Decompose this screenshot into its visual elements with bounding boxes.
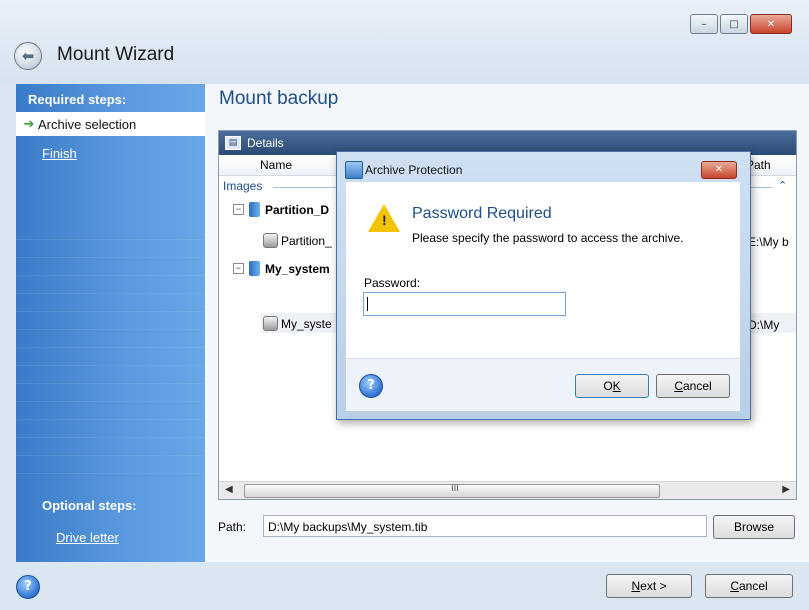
scroll-grip-icon: III <box>451 484 459 494</box>
collapse-icon[interactable]: − <box>233 204 244 215</box>
warning-exclamation-icon: ! <box>382 212 387 228</box>
help-icon[interactable]: ? <box>16 575 40 599</box>
path-input[interactable]: D:\My backups\My_system.tib <box>263 515 707 537</box>
sidebar-item-label: Archive selection <box>38 116 137 132</box>
next-mnemonic: N <box>631 579 641 593</box>
row-path: E:\My b <box>748 235 789 249</box>
cancel-label-rest: ancel <box>738 579 768 593</box>
sidebar-item-finish[interactable]: Finish <box>42 146 77 161</box>
sidebar-item-drive-letter[interactable]: Drive letter <box>56 530 119 545</box>
password-label: Password: <box>364 276 421 290</box>
password-description: Please specify the password to access th… <box>412 231 684 245</box>
password-required-heading: Password Required <box>412 205 552 222</box>
dialog-footer: ? OK Cancel <box>346 358 740 411</box>
column-header-name[interactable]: Name <box>260 158 292 172</box>
optional-steps-heading: Optional steps: <box>42 498 137 513</box>
password-field[interactable] <box>363 292 566 316</box>
dialog-cancel-label-rest: ancel <box>682 379 712 393</box>
text-caret <box>367 297 368 311</box>
dialog-body: ! Password Required Please specify the p… <box>346 182 740 358</box>
archive-protection-dialog: Archive Protection ✕ ! Password Required… <box>336 151 751 420</box>
ok-label-first: O <box>603 379 613 393</box>
required-steps-heading: Required steps: <box>28 92 127 107</box>
wizard-footer: ? Next > Cancel <box>0 562 809 610</box>
row-name: My_system <box>265 261 330 276</box>
disk-image-icon <box>263 316 278 331</box>
dialog-help-icon[interactable]: ? <box>359 374 383 398</box>
mount-wizard-window: ⬅ Mount Wizard – □ ✕ Required steps: ➔ A… <box>0 0 809 610</box>
table-row[interactable]: − My_system <box>233 261 330 276</box>
dialog-title: Archive Protection <box>365 163 463 177</box>
row-name: Partition_ <box>281 233 332 248</box>
minimize-button[interactable]: – <box>690 14 718 34</box>
sidebar-decoration <box>16 234 205 474</box>
disk-image-icon <box>263 233 278 248</box>
page-title: Mount backup <box>219 88 339 109</box>
next-label-rest: ext > <box>640 579 667 593</box>
scroll-right-icon[interactable]: ▶ <box>782 484 790 495</box>
ok-mnemonic: K <box>612 379 621 393</box>
group-label-images: Images <box>223 179 263 193</box>
caption-buttons: – □ ✕ <box>690 14 792 34</box>
collapse-icon[interactable]: − <box>233 263 244 274</box>
details-icon: ▤ <box>225 136 241 150</box>
close-button[interactable]: ✕ <box>750 14 792 34</box>
path-label: Path: <box>218 520 247 534</box>
backup-archive-icon <box>249 261 260 276</box>
ok-button[interactable]: OK <box>575 374 649 398</box>
details-label: Details <box>247 136 284 150</box>
title-bar: ⬅ Mount Wizard – □ ✕ <box>0 0 809 84</box>
row-name: Partition_D <box>265 202 330 217</box>
current-step-arrow-icon: ➔ <box>23 116 35 132</box>
browse-button[interactable]: Browse <box>713 515 795 539</box>
steps-sidebar: Required steps: ➔ Archive selection Fini… <box>16 84 205 562</box>
window-title: Mount Wizard <box>57 44 175 65</box>
scroll-left-icon[interactable]: ◀ <box>225 484 233 495</box>
horizontal-scrollbar[interactable]: ◀ III ▶ <box>219 481 796 499</box>
dialog-app-icon <box>345 161 363 179</box>
backup-archive-icon <box>249 202 260 217</box>
dialog-cancel-button[interactable]: Cancel <box>656 374 730 398</box>
collapse-group-icon[interactable]: ⌃ <box>778 179 787 192</box>
maximize-button[interactable]: □ <box>720 14 748 34</box>
scrollbar-thumb[interactable]: III <box>244 484 660 498</box>
path-row: Path: D:\My backups\My_system.tib Browse <box>218 514 795 541</box>
cancel-button[interactable]: Cancel <box>705 574 793 598</box>
row-name: My_syste <box>281 316 332 331</box>
table-row[interactable]: Partition_ <box>263 233 332 248</box>
cancel-mnemonic: C <box>730 579 739 593</box>
table-row[interactable]: My_syste <box>263 316 332 331</box>
row-path: D:\My <box>748 318 780 332</box>
back-button[interactable]: ⬅ <box>14 42 42 70</box>
sidebar-item-archive-selection[interactable]: ➔ Archive selection <box>16 112 205 136</box>
table-row[interactable]: − Partition_D <box>233 202 329 217</box>
dialog-close-button[interactable]: ✕ <box>701 161 737 179</box>
back-arrow-icon: ⬅ <box>21 47 35 65</box>
next-button[interactable]: Next > <box>606 574 692 598</box>
dialog-cancel-mnemonic: C <box>674 379 683 393</box>
